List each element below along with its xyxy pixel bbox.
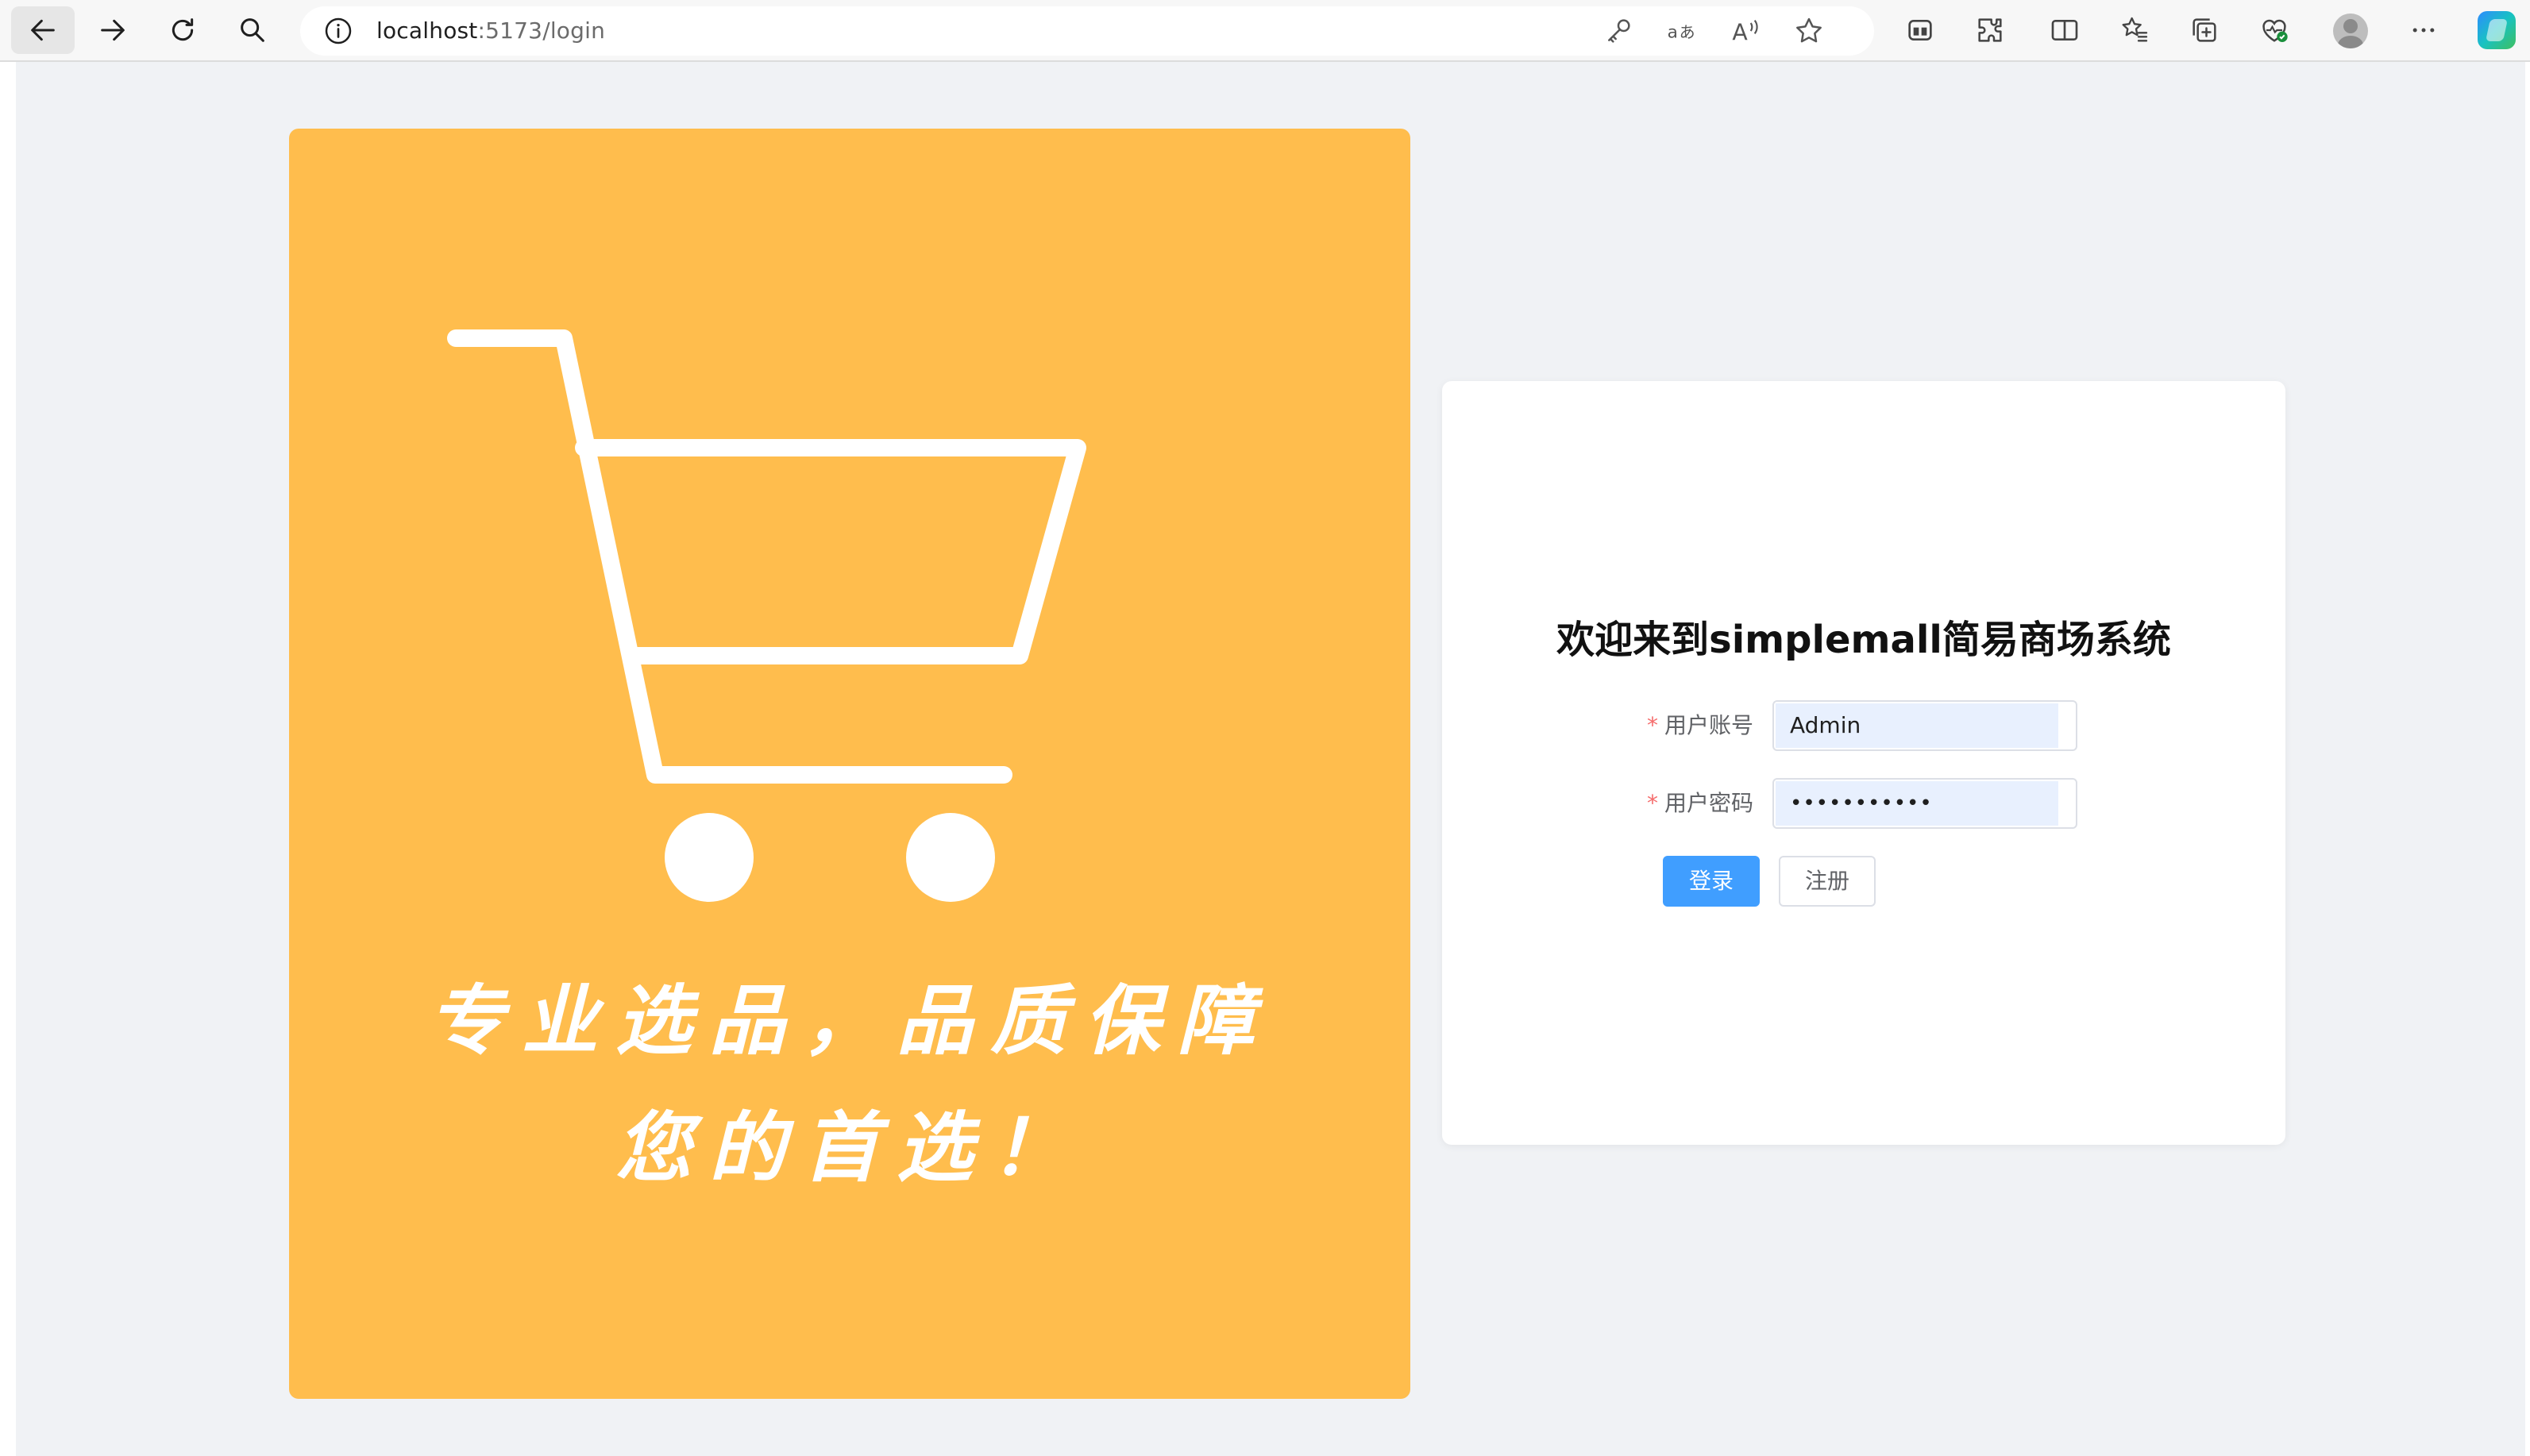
split-screen-icon bbox=[2051, 20, 2078, 40]
key-icon[interactable] bbox=[1602, 15, 1634, 47]
login-button[interactable]: 登录 bbox=[1663, 856, 1760, 907]
password-label-text: 用户密码 bbox=[1664, 790, 1753, 816]
refresh-icon bbox=[172, 18, 194, 41]
forward-button[interactable] bbox=[81, 6, 145, 54]
back-icon bbox=[31, 19, 55, 41]
workspaces-button[interactable] bbox=[1888, 6, 1952, 54]
password-row: * 用户密码 ••••••••••• bbox=[1442, 778, 2285, 829]
password-label: * 用户密码 bbox=[1647, 778, 1753, 829]
extensions-icon bbox=[1978, 18, 2002, 42]
form-actions: 登录 注册 bbox=[1442, 856, 2285, 907]
back-button[interactable] bbox=[11, 6, 75, 54]
username-row: * 用户账号 Admin bbox=[1442, 700, 2285, 751]
address-bar[interactable]: localhost:5173/login aあ A bbox=[300, 6, 1874, 56]
more-button[interactable] bbox=[2392, 6, 2455, 54]
password-value: ••••••••••• bbox=[1790, 792, 1933, 815]
collections-icon bbox=[2193, 18, 2216, 42]
extensions-button[interactable] bbox=[1958, 6, 2022, 54]
password-input[interactable]: ••••••••••• bbox=[1772, 778, 2077, 829]
required-mark: * bbox=[1646, 712, 1658, 738]
login-title: 欢迎来到simplemall简易商场系统 bbox=[1556, 618, 2171, 662]
shopping-cart-icon bbox=[447, 329, 1086, 902]
forward-icon bbox=[101, 19, 125, 41]
collections-button[interactable] bbox=[2173, 6, 2236, 54]
slogan-line-2: 您的首选！ bbox=[615, 1103, 1084, 1192]
browser-essentials-button[interactable] bbox=[2243, 6, 2306, 54]
url-text[interactable]: localhost:5173/login bbox=[376, 6, 605, 56]
favorites-icon bbox=[2122, 17, 2148, 42]
browser-essentials-icon bbox=[2262, 19, 2288, 42]
more-icon bbox=[2412, 28, 2435, 33]
svg-text:A: A bbox=[1732, 20, 1748, 46]
svg-text:あ: あ bbox=[1680, 22, 1695, 41]
username-label-text: 用户账号 bbox=[1664, 712, 1753, 738]
login-card: 欢迎来到simplemall简易商场系统 * 用户账号 Admin * 用户密码 •… bbox=[1442, 381, 2285, 1145]
promo-banner: 专业选品，品质保障 您的首选！ bbox=[289, 129, 1410, 1399]
split-screen-button[interactable] bbox=[2033, 6, 2096, 54]
browser-toolbar: localhost:5173/login aあ A bbox=[0, 0, 2530, 62]
window-edge bbox=[0, 62, 16, 1456]
login-page: 专业选品，品质保障 您的首选！ 欢迎来到simplemall简易商场系统 * 用户… bbox=[16, 62, 2525, 1456]
favorite-star-icon[interactable] bbox=[1793, 15, 1825, 47]
favorites-button[interactable] bbox=[2103, 6, 2166, 54]
profile-avatar[interactable] bbox=[2333, 13, 2368, 48]
required-mark: * bbox=[1646, 790, 1658, 816]
username-input[interactable]: Admin bbox=[1772, 700, 2077, 751]
copilot-icon[interactable] bbox=[2478, 11, 2516, 49]
translate-icon[interactable]: aあ bbox=[1666, 15, 1698, 47]
refresh-button[interactable] bbox=[151, 6, 214, 54]
url-path: :5173/login bbox=[477, 17, 606, 44]
workspaces-icon bbox=[1908, 20, 1932, 40]
username-label: * 用户账号 bbox=[1647, 700, 1753, 751]
site-info-icon[interactable] bbox=[322, 15, 354, 47]
register-button[interactable]: 注册 bbox=[1779, 856, 1876, 907]
url-host: localhost bbox=[376, 17, 478, 44]
search-icon bbox=[241, 18, 264, 42]
search-button[interactable] bbox=[221, 6, 284, 54]
read-aloud-icon[interactable]: A bbox=[1730, 15, 1761, 47]
slogan-line-1: 专业选品，品质保障 bbox=[428, 976, 1271, 1065]
username-value: Admin bbox=[1790, 712, 1861, 738]
svg-text:a: a bbox=[1668, 22, 1678, 42]
